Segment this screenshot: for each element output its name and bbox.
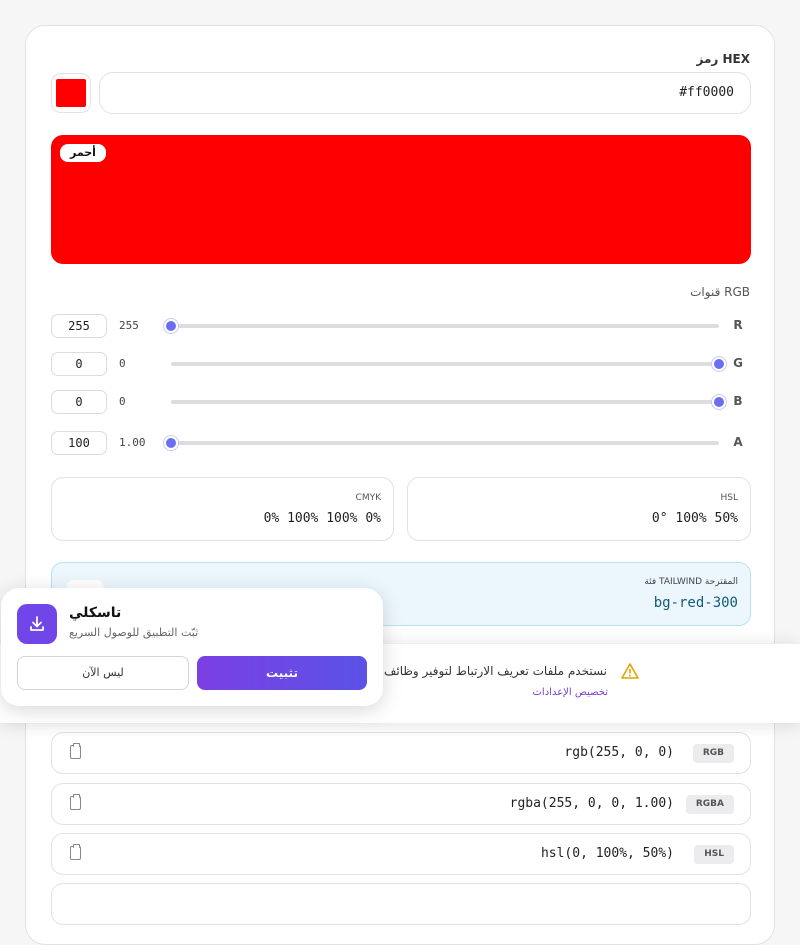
code-row-partial[interactable] xyxy=(51,883,751,925)
format-tag: RGB xyxy=(692,744,734,763)
channel-a-slider[interactable] xyxy=(164,436,719,450)
warning-icon xyxy=(621,663,639,679)
code-row-rgb[interactable]: rgb(255, 0, 0) RGB xyxy=(51,732,751,774)
channel-r-label: R xyxy=(733,318,743,332)
cmyk-label: CMYK xyxy=(355,493,381,503)
channel-b-value: 0 xyxy=(119,395,126,408)
clipboard-icon[interactable] xyxy=(70,844,81,860)
install-button[interactable]: تثبيت xyxy=(197,656,367,690)
color-name-badge: أحمر xyxy=(60,144,106,162)
code-row-hsl[interactable]: hsl(0, 100%, 50%) HSL xyxy=(51,833,751,875)
channel-r-slider[interactable] xyxy=(164,319,719,333)
format-tag: RGBA xyxy=(685,795,734,814)
color-swatch xyxy=(56,79,86,107)
hsl-value: 0° 100% 50% xyxy=(651,511,738,526)
channel-b-label: B xyxy=(733,394,743,408)
clipboard-icon[interactable] xyxy=(70,743,81,759)
cookie-message: نستخدم ملفات تعريف الارتباط لتوفير وظائف… xyxy=(362,664,607,678)
channel-a-thumb[interactable] xyxy=(164,436,178,450)
channel-r-thumb[interactable] xyxy=(164,319,178,333)
cmyk-value: 0% 100% 100% 0% xyxy=(263,511,381,526)
channel-r-input[interactable]: 255 xyxy=(51,314,107,338)
code-text: hsl(0, 100%, 50%) xyxy=(540,846,674,861)
format-tag: HSL xyxy=(694,845,734,864)
color-converter-card: رمز HEX #ff0000 أحمر قنوات RGB 255 255 R… xyxy=(25,25,775,945)
tailwind-class: bg-red-300 xyxy=(653,595,738,611)
app-subtitle: ثبّت التطبيق للوصول السريع xyxy=(69,626,199,639)
rgb-section-title: قنوات RGB xyxy=(690,285,750,299)
app-title: تاسكلي xyxy=(69,605,122,621)
channel-a-input[interactable]: 100 xyxy=(51,431,107,455)
download-icon xyxy=(17,604,57,644)
code-text: rgb(255, 0, 0) xyxy=(564,745,674,760)
color-preview: أحمر xyxy=(51,135,751,264)
channel-g-input[interactable]: 0 xyxy=(51,352,107,376)
channel-g-label: G xyxy=(733,356,743,370)
tailwind-label: فئة TAILWIND المقترحة xyxy=(644,577,738,587)
channel-g-value: 0 xyxy=(119,357,126,370)
cookie-settings-link[interactable]: تخصيص الإعدادات xyxy=(533,687,608,698)
hex-label: رمز HEX xyxy=(696,52,750,66)
channel-g-slider[interactable] xyxy=(171,357,726,371)
channel-b-input[interactable]: 0 xyxy=(51,390,107,414)
color-picker-button[interactable] xyxy=(51,73,91,113)
code-text: rgba(255, 0, 0, 1.00) xyxy=(509,796,674,811)
channel-a-value: 1.00 xyxy=(119,436,146,449)
code-row-rgba[interactable]: rgba(255, 0, 0, 1.00) RGBA xyxy=(51,783,751,825)
install-prompt: تاسكلي ثبّت التطبيق للوصول السريع ليس ال… xyxy=(1,588,383,706)
hex-input[interactable]: #ff0000 xyxy=(99,72,751,114)
cmyk-box[interactable]: CMYK 0% 100% 100% 0% xyxy=(51,477,394,541)
not-now-button[interactable]: ليس الآن xyxy=(17,656,189,690)
channel-r-value: 255 xyxy=(119,319,139,332)
clipboard-icon[interactable] xyxy=(70,794,81,810)
channel-g-thumb[interactable] xyxy=(712,357,726,371)
channel-b-thumb[interactable] xyxy=(712,395,726,409)
channel-b-slider[interactable] xyxy=(171,395,726,409)
hsl-label: HSL xyxy=(720,493,739,503)
hsl-box[interactable]: HSL 0° 100% 50% xyxy=(407,477,751,541)
channel-a-label: A xyxy=(733,435,743,449)
